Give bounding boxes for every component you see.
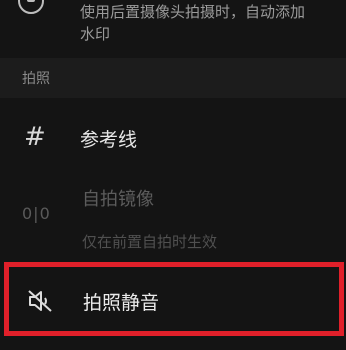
section-header-photo: 拍照 bbox=[0, 58, 346, 98]
watermark-icon bbox=[18, 0, 44, 14]
grid-icon: # bbox=[24, 122, 46, 152]
gridline-title: 参考线 bbox=[80, 129, 138, 151]
shutter-mute-title: 拍照静音 bbox=[83, 292, 160, 314]
mute-icon bbox=[28, 290, 52, 312]
gridline-setting-row[interactable]: # 参考线 bbox=[0, 108, 346, 168]
shutter-mute-setting-row[interactable]: 拍照静音 bbox=[4, 262, 344, 336]
selfie-mirror-setting-row: 0|0 自拍镜像 仅在前置自拍时生效 bbox=[0, 174, 346, 258]
selfie-mirror-title: 自拍镜像 bbox=[82, 189, 154, 210]
mirror-icon: 0|0 bbox=[22, 204, 51, 223]
selfie-mirror-subtitle: 仅在前置自拍时生效 bbox=[82, 233, 218, 251]
watermark-description: 使用后置摄像头拍摄时，自动添加 水印 bbox=[80, 3, 306, 43]
section-label: 拍照 bbox=[22, 71, 50, 87]
watermark-setting-row[interactable]: 使用后置摄像头拍摄时，自动添加 水印 bbox=[0, 0, 346, 48]
